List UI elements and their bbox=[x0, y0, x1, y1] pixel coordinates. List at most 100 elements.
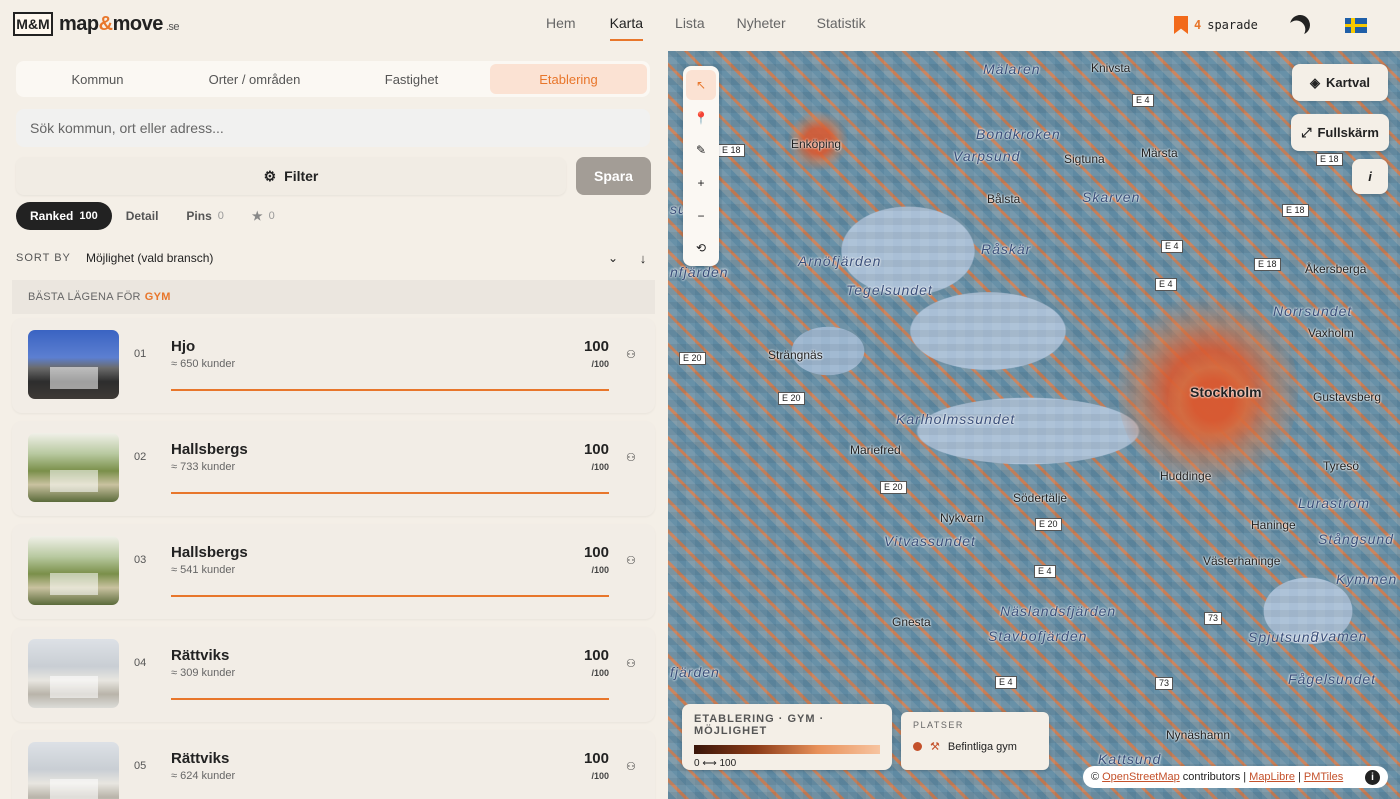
results-list: 01 Hjo ≈ 650 kunder 100 /100 ⚇ 02 Hallsb… bbox=[12, 318, 655, 799]
result-name: Hallsbergs bbox=[171, 441, 248, 458]
map-label: Kattsund bbox=[1098, 751, 1162, 767]
osm-link[interactable]: OpenStreetMap bbox=[1102, 771, 1180, 783]
road-shield: E 18 bbox=[718, 144, 745, 157]
main-nav: Hem Karta Lista Nyheter Statistik bbox=[546, 15, 866, 41]
map-canvas[interactable]: Mälaren Knivsta Enköping Bondkroken Varp… bbox=[668, 51, 1400, 799]
result-card[interactable]: 02 Hallsbergs ≈ 733 kunder 100 /100 ⚇ bbox=[12, 421, 655, 516]
road-shield: E 20 bbox=[778, 392, 805, 405]
nav-statistik[interactable]: Statistik bbox=[817, 15, 866, 41]
saved-count: 4 bbox=[1194, 18, 1202, 32]
road-shield: 73 bbox=[1155, 677, 1174, 690]
map-label: Huddinge bbox=[1160, 469, 1212, 483]
tab-kommun[interactable]: Kommun bbox=[19, 64, 176, 94]
select-tool-icon[interactable]: ↖ bbox=[686, 70, 716, 100]
chip-pins[interactable]: Pins 0 bbox=[172, 202, 237, 230]
chip-detail[interactable]: Detail bbox=[112, 202, 173, 230]
road-shield: E 20 bbox=[1035, 518, 1062, 531]
location-thumbnail bbox=[28, 536, 119, 605]
result-card[interactable]: 01 Hjo ≈ 650 kunder 100 /100 ⚇ bbox=[12, 318, 655, 413]
reset-view-icon[interactable]: ⟲ bbox=[686, 233, 716, 263]
chip-ranked[interactable]: Ranked 100 bbox=[16, 202, 112, 230]
road-shield: E 20 bbox=[679, 352, 706, 365]
result-score: 100 bbox=[583, 544, 609, 561]
result-customers: ≈ 650 kunder bbox=[171, 358, 236, 370]
map-label: Mariefred bbox=[850, 443, 901, 457]
fullscreen-button[interactable]: ⤢ Fullskärm bbox=[1291, 114, 1389, 151]
swedish-flag-icon[interactable] bbox=[1345, 18, 1367, 33]
binoculars-icon[interactable]: ⚇ bbox=[626, 348, 636, 361]
map-label: Tegelsundet bbox=[846, 282, 933, 298]
binoculars-icon[interactable]: ⚇ bbox=[626, 554, 636, 567]
nav-lista[interactable]: Lista bbox=[675, 15, 705, 41]
map-label: Tyresö bbox=[1323, 459, 1360, 473]
map-label: Stockholm bbox=[1190, 384, 1262, 400]
pmtiles-link[interactable]: PMTiles bbox=[1304, 771, 1343, 783]
road-shield: E 4 bbox=[1161, 240, 1183, 253]
places-item[interactable]: ⚒ Befintliga gym bbox=[913, 740, 1037, 753]
map-label: Råskär bbox=[981, 241, 1032, 257]
location-thumbnail bbox=[28, 433, 119, 502]
map-label: Mälaren bbox=[983, 61, 1041, 77]
save-button[interactable]: Spara bbox=[576, 157, 651, 195]
draw-tool-icon[interactable]: ✎ bbox=[686, 135, 716, 165]
location-thumbnail bbox=[28, 742, 119, 799]
saved-label: sparade bbox=[1207, 18, 1258, 32]
road-shield: E 4 bbox=[1155, 278, 1177, 291]
map-label: Enköping bbox=[791, 137, 842, 151]
nav-hem[interactable]: Hem bbox=[546, 15, 576, 41]
result-rank: 03 bbox=[134, 554, 147, 566]
saved-button[interactable]: 4 sparade bbox=[1174, 16, 1258, 34]
result-customers: ≈ 541 kunder bbox=[171, 564, 236, 576]
result-card[interactable]: 05 Rättviks ≈ 624 kunder 100 /100 ⚇ bbox=[12, 730, 655, 799]
dark-mode-icon[interactable] bbox=[1287, 12, 1313, 38]
info-button[interactable]: i bbox=[1352, 159, 1388, 194]
location-thumbnail bbox=[28, 639, 119, 708]
binoculars-icon[interactable]: ⚇ bbox=[626, 760, 636, 773]
legend-title: ETABLERING · GYM · MÖJLIGHET bbox=[694, 713, 825, 737]
result-rank: 01 bbox=[134, 348, 147, 360]
result-customers: ≈ 309 kunder bbox=[171, 667, 236, 679]
sort-direction-icon[interactable]: ↓ bbox=[636, 251, 650, 266]
layer-select-button[interactable]: ◈ Kartval bbox=[1292, 64, 1388, 101]
zoom-out-icon[interactable]: − bbox=[686, 201, 716, 231]
nav-karta[interactable]: Karta bbox=[609, 15, 644, 41]
road-shield: 73 bbox=[1204, 612, 1223, 625]
map-label: Bondkroken bbox=[976, 126, 1061, 142]
tab-etablering[interactable]: Etablering bbox=[490, 64, 647, 94]
search-input[interactable] bbox=[16, 109, 650, 147]
map-label: Näslandsfjärden bbox=[1000, 603, 1117, 619]
map-label: fjärden bbox=[670, 664, 720, 680]
filter-button[interactable]: ⚙ Filter bbox=[16, 157, 566, 195]
score-bar bbox=[171, 492, 609, 494]
road-shield: E 4 bbox=[995, 676, 1017, 689]
road-shield: E 18 bbox=[1316, 153, 1343, 166]
opportunity-legend: ETABLERING · GYM · MÖJLIGHET 0 ⟷ 100 bbox=[682, 704, 892, 770]
map-label: Stavbofjärden bbox=[988, 628, 1088, 644]
logo[interactable]: M&M map&move .se bbox=[13, 12, 180, 36]
road-shield: E 20 bbox=[880, 481, 907, 494]
result-card[interactable]: 03 Hallsbergs ≈ 541 kunder 100 /100 ⚇ bbox=[12, 524, 655, 619]
road-shield: E 4 bbox=[1132, 94, 1154, 107]
sort-select[interactable]: Möjlighet (vald bransch) bbox=[86, 251, 608, 265]
tab-fastighet[interactable]: Fastighet bbox=[333, 64, 490, 94]
star-icon: ★ bbox=[251, 209, 263, 223]
map-label: Vitvassundet bbox=[884, 533, 976, 549]
score-bar bbox=[171, 698, 609, 700]
result-card[interactable]: 04 Rättviks ≈ 309 kunder 100 /100 ⚇ bbox=[12, 627, 655, 722]
opportunity-hotspot bbox=[1168, 351, 1258, 451]
map-label: Skarven bbox=[1082, 189, 1141, 205]
sort-row: SORT BY Möjlighet (vald bransch) ⌄ ↓ bbox=[16, 247, 650, 269]
pin-tool-icon[interactable]: 📍 bbox=[686, 103, 716, 133]
info-icon[interactable]: i bbox=[1365, 769, 1380, 785]
binoculars-icon[interactable]: ⚇ bbox=[626, 657, 636, 670]
map-label: Lurastrom bbox=[1298, 495, 1371, 511]
nav-nyheter[interactable]: Nyheter bbox=[737, 15, 786, 41]
places-legend: PLATSER ⚒ Befintliga gym bbox=[901, 712, 1049, 770]
chip-favorites[interactable]: ★ 0 bbox=[238, 202, 289, 230]
binoculars-icon[interactable]: ⚇ bbox=[626, 451, 636, 464]
chevron-down-icon[interactable]: ⌄ bbox=[608, 251, 636, 265]
zoom-in-icon[interactable]: + bbox=[686, 168, 716, 198]
maplibre-link[interactable]: MapLibre bbox=[1249, 771, 1295, 783]
tab-orter[interactable]: Orter / områden bbox=[176, 64, 333, 94]
map-label: Knivsta bbox=[1091, 61, 1131, 75]
